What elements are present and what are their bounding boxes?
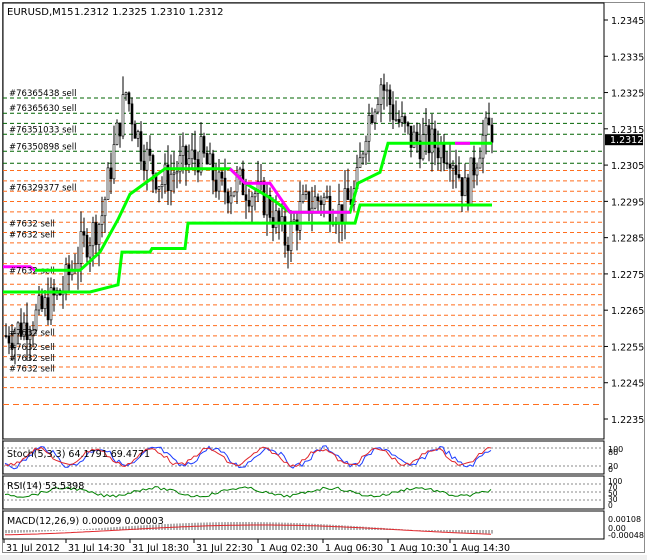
order-label: #7632 sell [9, 354, 55, 364]
order-label: #7632 sell [9, 365, 55, 375]
order-label: #76351033 sell [9, 125, 76, 135]
price-tick-label: 1.2235 [611, 415, 644, 426]
time-tick-label: 1 Aug 02:30 [260, 543, 318, 554]
price-tick-label: 1.2245 [611, 379, 644, 390]
macd-panel[interactable]: MACD(12,26,9) 0.00009 0.00003 0.00108 0.… [3, 511, 644, 540]
rsi-axis-0: 0 [608, 501, 613, 510]
time-tick-label: 31 Jul 18:30 [132, 543, 189, 554]
rsi-label: RSI(14) 53.5398 [7, 481, 84, 492]
macd-label: MACD(12,26,9) 0.00009 0.00003 [7, 516, 164, 527]
price-tick-label: 1.2265 [611, 306, 644, 317]
price-tick-label: 1.2325 [611, 89, 644, 100]
order-label: #76365438 sell [9, 89, 76, 99]
chart-canvas[interactable]: #76365438 sell #76365630 sell #76351033 se… [0, 0, 647, 555]
time-tick-label: 1 Aug 14:30 [452, 543, 510, 554]
time-tick-label: 31 Jul 22:30 [196, 543, 253, 554]
rsi-panel[interactable]: RSI(14) 53.5398 100 70 50 30 0 [3, 476, 623, 510]
order-label: #76365630 sell [9, 104, 76, 114]
price-tick-label: 1.2345 [611, 16, 644, 27]
macd-axis-max: 0.00108 [608, 515, 641, 524]
mt4-chart-window: #76365438 sell #76365630 sell #76351033 se… [0, 0, 647, 555]
svg-text:1.2312: 1.2312 [610, 135, 643, 146]
time-tick-label: 31 Jul 14:30 [68, 543, 125, 554]
price-tick-label: 1.2275 [611, 270, 644, 281]
time-tick-label: 1 Aug 06:30 [325, 543, 383, 554]
time-tick-label: 31 Jul 2012 [6, 543, 60, 554]
symbol-label: EURUSD,M15 [7, 7, 73, 18]
price-tick-label: 1.2255 [611, 342, 644, 353]
order-label: #7632 sell [9, 230, 55, 240]
order-label: #76329377 sell [9, 183, 76, 193]
order-label: #76350898 sell [9, 142, 76, 152]
stoch-panel[interactable]: Stoch(5,3,3) 64.1791 69.4771 100 80 20 0 [3, 441, 623, 474]
order-label: #7632 sell [9, 343, 55, 353]
macd-axis-min: -0.00048 [608, 531, 644, 540]
order-label: #7632 sell [9, 220, 55, 230]
price-tick-label: 1.2305 [611, 161, 644, 172]
price-plot[interactable]: #76365438 sell #76365630 sell #76351033 se… [3, 3, 604, 439]
price-tick-label: 1.2335 [611, 52, 644, 63]
price-tick-label: 1.2295 [611, 197, 644, 208]
ohlc-label: 1.2312 1.2325 1.2310 1.2312 [74, 7, 224, 18]
price-tick-label: 1.2315 [611, 125, 644, 136]
stoch-axis-0: 0 [608, 465, 613, 474]
current-price-tag: 1.2312 [605, 134, 643, 146]
time-tick-label: 1 Aug 10:30 [390, 543, 448, 554]
price-tick-label: 1.2285 [611, 234, 644, 245]
stoch-axis-80: 80 [608, 448, 618, 457]
stoch-label: Stoch(5,3,3) 64.1791 69.4771 [7, 449, 150, 460]
order-label: #7632 sell [9, 328, 55, 338]
